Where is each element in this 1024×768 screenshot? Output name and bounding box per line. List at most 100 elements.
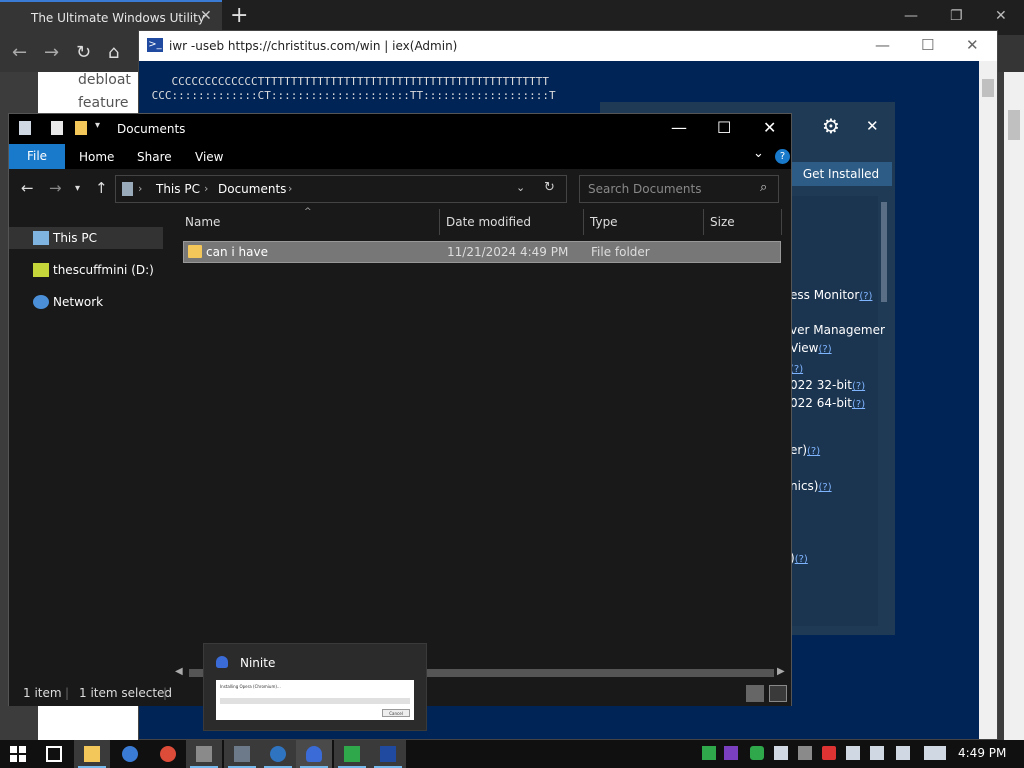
- chevron-right-icon[interactable]: ›: [204, 182, 208, 195]
- chevron-down-icon[interactable]: ⌄: [516, 181, 525, 194]
- help-link[interactable]: (?): [818, 482, 831, 493]
- details-view-icon[interactable]: [746, 685, 764, 702]
- forward-icon[interactable]: →: [49, 179, 62, 197]
- chevron-right-icon[interactable]: ›: [288, 182, 292, 195]
- scrollbar-thumb[interactable]: [881, 202, 887, 302]
- home-icon[interactable]: ⌂: [108, 42, 119, 63]
- plus-icon[interactable]: +: [230, 3, 248, 28]
- nav-item-network[interactable]: Network: [9, 291, 163, 313]
- tray-app-icon[interactable]: [750, 746, 764, 760]
- help-link[interactable]: (?): [852, 381, 865, 392]
- restore-icon[interactable]: ❐: [950, 8, 963, 24]
- app-list-item[interactable]: )(?): [790, 551, 808, 565]
- minimize-icon[interactable]: —: [671, 118, 687, 137]
- pen-icon[interactable]: [896, 746, 910, 760]
- tab-share[interactable]: Share: [137, 150, 172, 164]
- file-row[interactable]: can i have 11/21/2024 4:49 PM File folde…: [183, 241, 781, 263]
- back-icon[interactable]: ←: [21, 179, 34, 197]
- nav-item-drive[interactable]: thescuffmini (D:): [9, 259, 163, 281]
- taskbar-app[interactable]: [334, 740, 370, 768]
- column-divider[interactable]: [439, 209, 440, 235]
- scrollbar-thumb[interactable]: [982, 79, 994, 97]
- nav-item-this-pc[interactable]: This PC: [9, 227, 163, 249]
- column-date[interactable]: Date modified: [446, 215, 531, 229]
- refresh-icon[interactable]: ↻: [76, 42, 91, 63]
- close-icon[interactable]: ✕: [866, 117, 879, 135]
- taskbar-app[interactable]: [186, 740, 222, 768]
- minimize-icon[interactable]: —: [904, 8, 918, 24]
- gear-icon[interactable]: ⚙: [822, 114, 840, 138]
- breadcrumb-item[interactable]: This PC: [156, 182, 200, 196]
- column-name[interactable]: Name: [185, 215, 220, 229]
- scroll-right-icon[interactable]: ▶: [777, 666, 785, 677]
- app-list-item[interactable]: 022 64-bit(?): [790, 396, 865, 410]
- column-type[interactable]: Type: [590, 215, 618, 229]
- forward-icon[interactable]: →: [44, 42, 59, 63]
- start-button[interactable]: [0, 740, 36, 768]
- volume-muted-icon[interactable]: [870, 746, 884, 760]
- maximize-icon[interactable]: ☐: [717, 118, 731, 137]
- help-link[interactable]: (?): [807, 446, 820, 457]
- task-view-button[interactable]: [36, 740, 72, 768]
- close-icon[interactable]: ✕: [966, 36, 979, 54]
- window-preview[interactable]: Installing Opera (Chromium)... Cancel: [216, 680, 414, 720]
- tab-home[interactable]: Home: [79, 150, 114, 164]
- taskbar-app[interactable]: [224, 740, 260, 768]
- column-divider[interactable]: [781, 209, 782, 235]
- storage-icon[interactable]: [798, 746, 812, 760]
- minimize-icon[interactable]: —: [875, 36, 890, 54]
- properties-icon[interactable]: [19, 121, 31, 135]
- app-list-item[interactable]: er)(?): [790, 443, 820, 457]
- column-divider[interactable]: [703, 209, 704, 235]
- maximize-icon[interactable]: ☐: [921, 36, 934, 54]
- clock[interactable]: 4:49 PM: [958, 746, 1006, 760]
- large-icons-view-icon[interactable]: [769, 685, 787, 702]
- scrollbar-thumb[interactable]: [1008, 110, 1020, 140]
- tab-file[interactable]: File: [9, 144, 65, 169]
- help-link[interactable]: (?): [818, 344, 831, 355]
- breadcrumb-item[interactable]: Documents: [218, 182, 286, 196]
- cancel-button[interactable]: Cancel: [382, 709, 410, 717]
- column-size[interactable]: Size: [710, 215, 735, 229]
- app-list-item[interactable]: 022 32-bit(?): [790, 378, 865, 392]
- scroll-left-icon[interactable]: ◀: [175, 666, 183, 677]
- app-list-item[interactable]: ess Monitor(?): [790, 288, 872, 302]
- tray-app-icon[interactable]: [724, 746, 738, 760]
- ninite-thumbnail[interactable]: Ninite Installing Opera (Chromium)... Ca…: [203, 643, 427, 731]
- refresh-icon[interactable]: ↻: [544, 180, 555, 195]
- close-icon[interactable]: ✕: [763, 118, 776, 137]
- taskbar-ninite[interactable]: [296, 740, 332, 768]
- app-list-item[interactable]: nics)(?): [790, 479, 832, 493]
- tray-app-icon[interactable]: [702, 746, 716, 760]
- taskbar-powershell[interactable]: [370, 740, 406, 768]
- keyboard-icon[interactable]: [924, 746, 946, 760]
- scrollbar[interactable]: [979, 61, 997, 739]
- usb-icon[interactable]: [774, 746, 788, 760]
- taskbar-file-explorer[interactable]: [74, 740, 110, 768]
- scrollbar[interactable]: [1004, 72, 1024, 740]
- network-status-icon[interactable]: [846, 746, 860, 760]
- up-icon[interactable]: ↑: [95, 179, 108, 197]
- column-divider[interactable]: [583, 209, 584, 235]
- help-link[interactable]: (?): [795, 554, 808, 565]
- app-list-item[interactable]: View(?): [790, 341, 832, 355]
- get-installed-button[interactable]: Get Installed: [790, 162, 892, 186]
- back-icon[interactable]: ←: [12, 42, 27, 63]
- help-link[interactable]: (?): [859, 291, 872, 302]
- close-icon[interactable]: ✕: [995, 8, 1007, 24]
- chevron-down-icon[interactable]: ⌄: [753, 146, 764, 161]
- new-folder-icon[interactable]: [75, 121, 87, 135]
- address-bar[interactable]: › This PC › Documents › ⌄ ↻: [115, 175, 567, 203]
- tab-view[interactable]: View: [195, 150, 223, 164]
- checkmark-icon[interactable]: [51, 121, 63, 135]
- chevron-right-icon[interactable]: ›: [138, 182, 142, 195]
- chevron-down-icon[interactable]: ▾: [95, 120, 100, 131]
- security-icon[interactable]: [822, 746, 836, 760]
- chevron-down-icon[interactable]: ▾: [75, 183, 80, 194]
- help-icon[interactable]: ?: [775, 149, 790, 164]
- app-list-item[interactable]: ver Managemer: [790, 323, 885, 337]
- taskbar-app[interactable]: [112, 740, 148, 768]
- search-icon[interactable]: ⌕: [760, 180, 767, 195]
- taskbar-app[interactable]: [260, 740, 296, 768]
- search-input[interactable]: Search Documents ⌕: [579, 175, 779, 203]
